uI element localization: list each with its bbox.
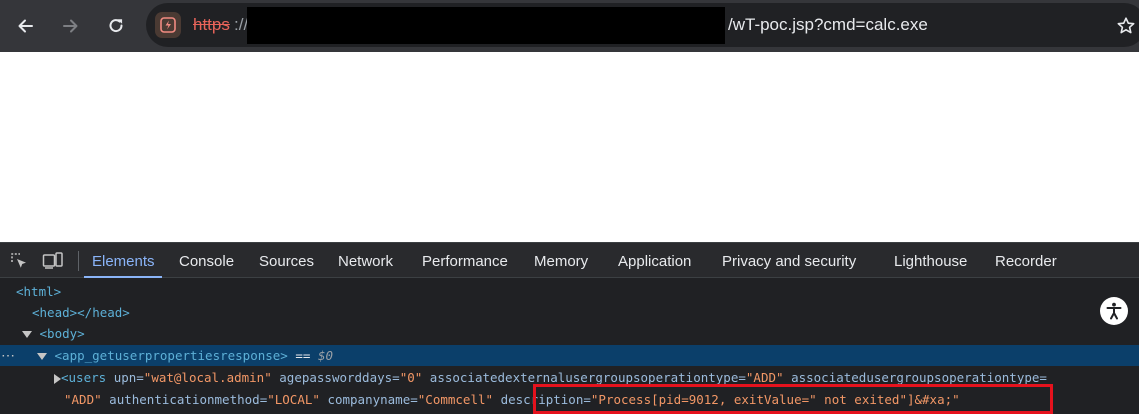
tabbar-divider: [78, 251, 79, 271]
tab-memory[interactable]: Memory: [534, 254, 588, 270]
accessibility-button[interactable]: [1100, 297, 1128, 325]
star-icon: [1117, 17, 1135, 34]
tag-html: <html>: [16, 284, 62, 299]
attr-value: "ADD": [64, 392, 102, 407]
forward-button[interactable]: [54, 10, 86, 42]
tag-users: <users: [61, 370, 107, 385]
collapse-triangle-icon[interactable]: [37, 353, 47, 360]
address-bar[interactable]: https :// /wT-poc.jsp?cmd=calc.exe: [146, 3, 1139, 47]
back-button[interactable]: [10, 10, 42, 42]
more-options-icon[interactable]: ⋯: [1, 345, 15, 366]
tab-sources[interactable]: Sources: [259, 254, 314, 270]
tab-application[interactable]: Application: [618, 254, 691, 270]
attr-name: authenticationmethod: [109, 392, 260, 407]
page-content: [0, 52, 1139, 242]
attr-name: companyname: [327, 392, 411, 407]
attr-name: agepassworddays: [279, 370, 393, 385]
forward-arrow-icon: [63, 19, 78, 33]
selected-marker: ==: [287, 348, 318, 363]
back-arrow-icon: [18, 19, 33, 33]
dom-node-html[interactable]: <html>: [0, 281, 1139, 302]
attr-value: "wat@local.admin": [143, 370, 272, 385]
device-toolbar-button[interactable]: [42, 251, 64, 271]
attr-value: "Commcell": [417, 392, 494, 407]
attr-value: "ADD": [745, 370, 784, 385]
accessibility-icon: [1106, 302, 1122, 320]
url-path: /wT-poc.jsp?cmd=calc.exe: [728, 15, 928, 34]
tab-recorder[interactable]: Recorder: [995, 254, 1057, 270]
tab-console[interactable]: Console: [179, 254, 234, 270]
annotation-highlight-box: [533, 384, 1053, 414]
not-secure-icon: [160, 17, 176, 33]
devtools-tabbar: Elements Console Sources Network Perform…: [0, 242, 1139, 278]
inspect-element-button[interactable]: [8, 251, 30, 271]
dom-node-head[interactable]: <head></head>: [0, 302, 1139, 323]
url-redaction: [247, 7, 725, 44]
collapse-triangle-icon[interactable]: [22, 331, 32, 338]
tab-lighthouse[interactable]: Lighthouse: [894, 254, 967, 270]
selected-ref: $0: [317, 348, 333, 363]
dom-node-response-selected[interactable]: ⋯ <app_getuserpropertiesresponse> == $0: [0, 345, 1139, 366]
reload-icon: [109, 19, 123, 33]
attr-value: "0": [399, 370, 423, 385]
tag-head: <head></head>: [32, 305, 130, 320]
site-info-button[interactable]: [155, 12, 181, 38]
inspect-cursor-icon: [11, 253, 26, 268]
tab-elements[interactable]: Elements: [92, 254, 155, 270]
attr-name: associatedexternalusergroupsoperationtyp…: [429, 370, 739, 385]
dom-node-body[interactable]: <body>: [0, 323, 1139, 344]
expand-triangle-icon[interactable]: [54, 373, 61, 384]
device-toggle-icon: [42, 252, 63, 269]
browser-toolbar: https :// /wT-poc.jsp?cmd=calc.exe: [0, 0, 1139, 52]
tag-response: <app_getuserpropertiesresponse>: [54, 348, 288, 363]
bookmark-button[interactable]: [1112, 12, 1139, 40]
url-scheme: https: [193, 15, 230, 34]
reload-button[interactable]: [100, 10, 132, 42]
attr-name: upn: [113, 370, 137, 385]
attr-name: associatedusergroupsoperationtype: [791, 370, 1040, 385]
attr-value: "LOCAL": [267, 392, 320, 407]
tab-performance[interactable]: Performance: [422, 254, 508, 270]
tag-body: <body>: [39, 326, 85, 341]
tab-network[interactable]: Network: [338, 254, 393, 270]
tab-privacy-and-security[interactable]: Privacy and security: [722, 254, 856, 270]
